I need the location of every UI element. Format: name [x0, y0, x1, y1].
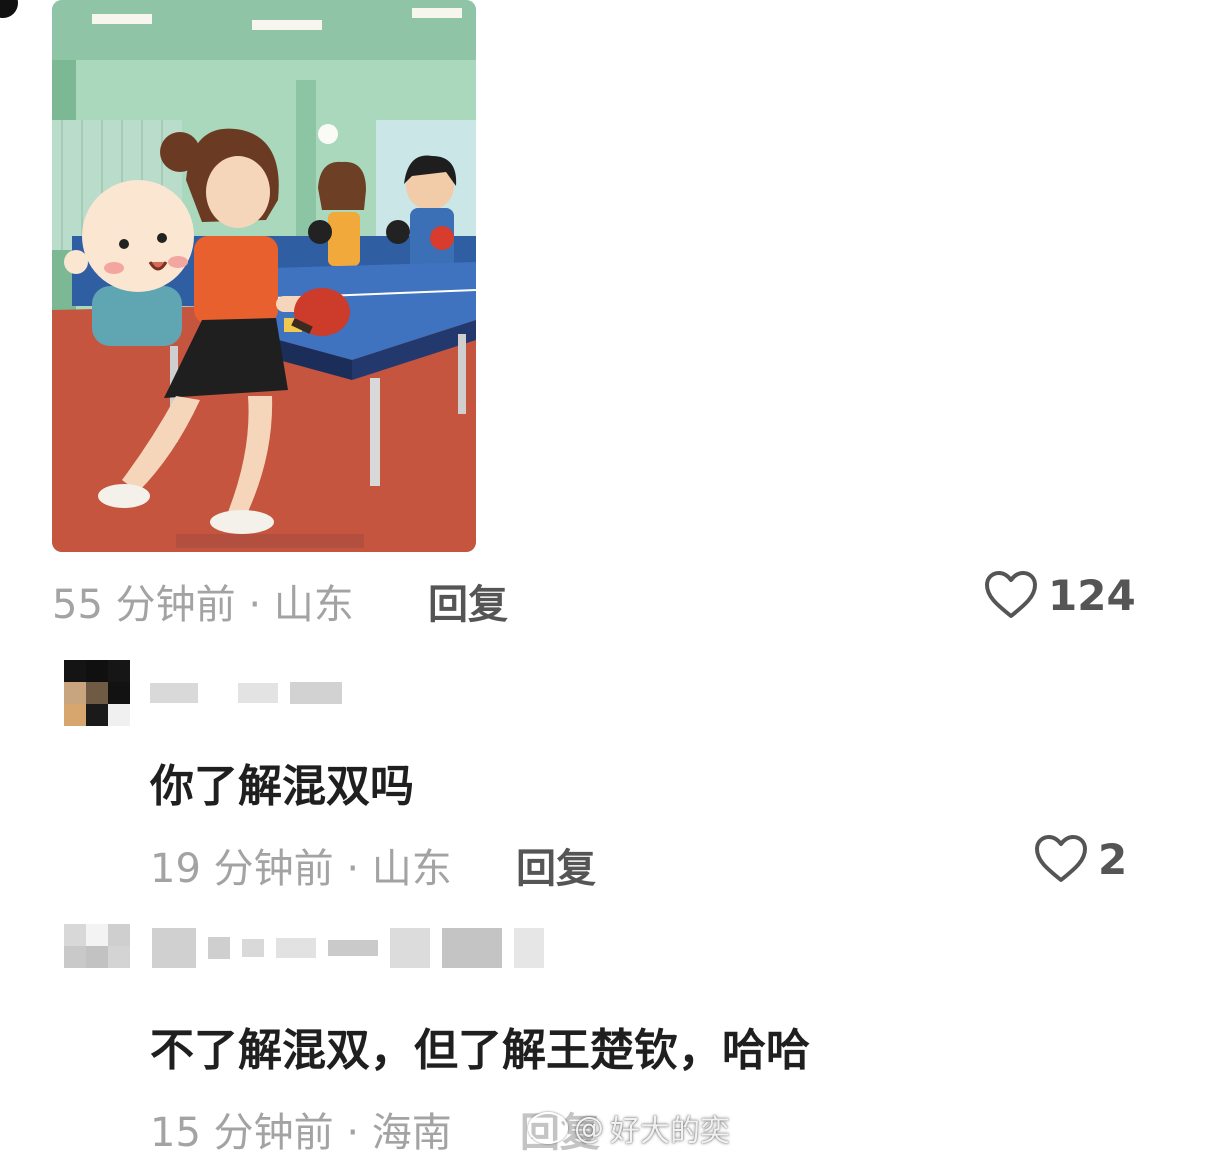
meta-separator: ·	[346, 846, 360, 892]
comment-time: 19 分钟前	[150, 846, 334, 892]
watermark: @ 好大的奕	[528, 1106, 730, 1150]
username[interactable]	[150, 682, 342, 704]
watermark-handle: 好大的奕	[610, 1114, 730, 1149]
username[interactable]	[152, 928, 544, 968]
comment-image[interactable]	[52, 0, 476, 552]
meta-separator: ·	[346, 1110, 360, 1156]
heart-outline-icon	[1035, 835, 1087, 882]
weibo-logo-icon	[528, 1112, 568, 1144]
reply-button[interactable]: 回复	[516, 836, 596, 894]
watermark-prefix: @	[574, 1110, 604, 1146]
comment-text: 你了解混双吗	[150, 761, 414, 812]
avatar[interactable]	[0, 0, 18, 18]
heart-outline-icon	[985, 571, 1037, 618]
comment-region: 山东	[273, 582, 354, 628]
like-count: 124	[1048, 570, 1136, 620]
like-count: 2	[1098, 834, 1128, 884]
avatar[interactable]	[64, 924, 130, 990]
like-button[interactable]: 124	[984, 570, 1136, 620]
comment-time: 55 分钟前	[52, 582, 236, 628]
meta-separator: ·	[248, 582, 262, 628]
like-button[interactable]: 2	[1034, 834, 1127, 884]
comment-time: 15 分钟前	[150, 1110, 334, 1156]
avatar[interactable]	[64, 660, 130, 726]
reply-button[interactable]: 回复	[428, 572, 508, 630]
comment-region: 海南	[371, 1110, 452, 1156]
comment-meta: 15 分钟前 · 海南	[150, 1100, 452, 1156]
comment-meta: 19 分钟前 · 山东	[150, 836, 452, 894]
comment-thread: 55 分钟前 · 山东 回复 124 你了解混双吗 19 分钟前 · 山东 回复…	[0, 0, 1206, 1156]
comment-text: 不了解混双，但了解王楚钦，哈哈	[150, 1025, 810, 1076]
comment-meta: 55 分钟前 · 山东	[52, 572, 354, 630]
table-tennis-illustration	[52, 0, 476, 552]
comment-region: 山东	[371, 846, 452, 892]
